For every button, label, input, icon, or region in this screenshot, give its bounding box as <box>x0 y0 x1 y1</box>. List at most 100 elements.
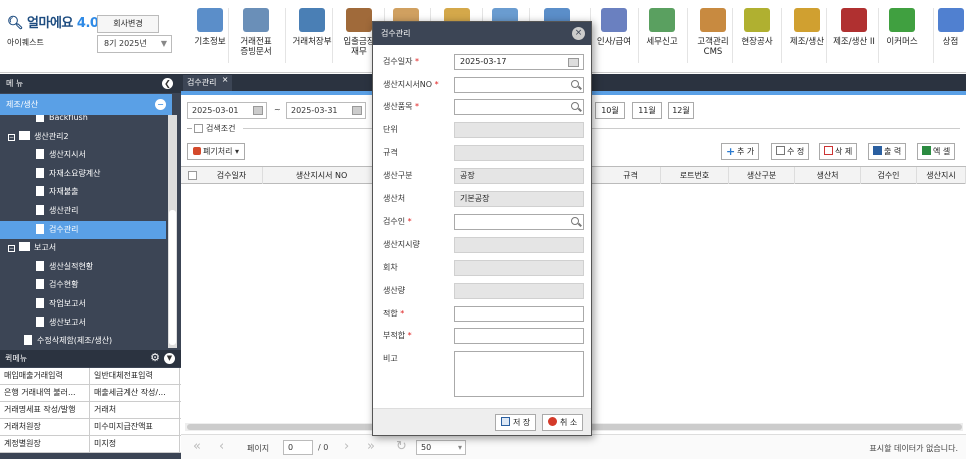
sidebar-item-10[interactable]: 작업보고서 <box>36 295 86 313</box>
prev-page-icon[interactable]: ‹ <box>219 440 224 453</box>
scrollbar-thumb[interactable] <box>169 210 176 345</box>
sidebar-item-4[interactable]: 자재불출 <box>36 183 78 201</box>
save-button[interactable]: 저 장 <box>495 414 537 431</box>
calendar-icon[interactable] <box>568 58 579 67</box>
column-header[interactable]: 생산지시서 NO <box>263 167 381 184</box>
checkbox-icon[interactable] <box>194 124 203 133</box>
form-row: 생산품목 * <box>383 99 584 115</box>
disposal-dropdown-button[interactable]: 폐기처리 ▾ <box>187 143 246 160</box>
gear-icon[interactable]: ⚙ <box>150 352 160 364</box>
delete-button[interactable]: 삭 제 <box>819 143 858 160</box>
toolbar-menu-15[interactable]: 상점 <box>935 5 966 67</box>
date-to-input[interactable]: 2025-03-31 <box>286 102 366 119</box>
refresh-icon[interactable]: ↻ <box>396 440 407 453</box>
fiscal-year-select[interactable]: 8기 2025년 ▼ <box>97 35 172 53</box>
next-page-icon[interactable]: › <box>344 440 349 453</box>
field-input-7[interactable] <box>454 214 584 230</box>
page-input[interactable]: 0 <box>283 440 313 455</box>
quick-menu-item[interactable]: 거래명세표 작성/발행 <box>0 402 90 418</box>
collapse-node-icon[interactable]: − <box>8 245 15 253</box>
sidebar-item-9[interactable]: 검수현황 <box>36 276 78 294</box>
quick-menu-item[interactable]: 매출세금계산 작성/... <box>90 385 180 401</box>
calendar-icon[interactable] <box>253 106 263 115</box>
change-company-button[interactable]: 회사변경 <box>97 15 159 33</box>
column-header[interactable]: 생산구분 <box>729 167 795 184</box>
field-value: 공장 <box>460 171 475 180</box>
chevron-down-circle-icon[interactable]: ▼ <box>164 353 175 364</box>
form-row: 생산량 <box>383 283 584 299</box>
print-button[interactable]: 출 력 <box>868 143 907 160</box>
quick-menu-item[interactable]: 계정별원장 <box>0 436 90 452</box>
toolbar-menu-12[interactable]: 제조/생산 <box>783 5 831 67</box>
toolbar-menu-9[interactable]: 세무신고 <box>640 5 684 67</box>
toolbar-menu-11[interactable]: 현장공사 <box>734 5 780 67</box>
first-page-icon[interactable]: « <box>193 440 201 453</box>
calendar-icon[interactable] <box>352 106 362 115</box>
quick-menu-item[interactable]: 거래처원장 <box>0 419 90 435</box>
field-input-13[interactable] <box>454 351 584 397</box>
logo-version: 4.0 <box>76 16 99 31</box>
sidebar-scrollbar[interactable] <box>168 115 177 348</box>
toolbar-menu-1[interactable]: 거래전표 증빙문서 <box>230 5 282 67</box>
column-header[interactable]: 검수일자 <box>201 167 263 184</box>
sidebar-section-manufacturing[interactable]: 제조/생산 − <box>0 94 172 115</box>
field-input-0[interactable]: 2025-03-17 <box>454 54 584 70</box>
toolbar-menu-0[interactable]: 기초정보 <box>190 5 230 67</box>
sidebar-item-2[interactable]: 생산지시서 <box>36 146 86 164</box>
search-condition-toggle[interactable]: 검색조건 <box>194 123 235 134</box>
select-all-checkbox[interactable] <box>188 171 197 180</box>
collapse-sidebar-icon[interactable]: ❮ <box>162 78 173 89</box>
last-page-icon[interactable]: » <box>367 440 375 453</box>
column-header[interactable]: 생산지시 <box>917 167 966 184</box>
quick-menu-item[interactable]: 은행 거래내역 불러... <box>0 385 90 401</box>
sidebar-item-12[interactable]: 수정삭제함(제조/생산) <box>24 332 112 348</box>
toolbar-menu-13[interactable]: 제조/생산 II <box>828 5 880 67</box>
close-tab-icon[interactable]: × <box>222 72 229 88</box>
search-icon[interactable] <box>571 217 579 225</box>
sidebar-item-3[interactable]: 자재소요량계산 <box>36 165 101 183</box>
sidebar-item-8[interactable]: 생산실적현황 <box>36 258 93 276</box>
month-button-6[interactable]: 11월 <box>632 102 662 119</box>
date-from-input[interactable]: 2025-03-01 <box>187 102 267 119</box>
field-input-2[interactable] <box>454 99 584 115</box>
month-button-7[interactable]: 12월 <box>668 102 694 119</box>
edit-button[interactable]: 수 정 <box>771 143 810 160</box>
page-size-select[interactable]: 50 ▾ <box>416 440 466 455</box>
field-input-1[interactable] <box>454 77 584 93</box>
month-button-5[interactable]: 10월 <box>595 102 625 119</box>
sidebar-item-1[interactable]: − 생산관리2 <box>8 128 69 146</box>
add-button[interactable]: + 추 가 <box>721 143 760 160</box>
quick-menu-item[interactable]: 매입매출거래입력 <box>0 368 90 384</box>
column-header[interactable]: 생산처 <box>795 167 861 184</box>
toolbar-menu-14[interactable]: 이커머스 <box>880 5 924 67</box>
sidebar-item-6[interactable]: 검수관리 <box>0 220 166 239</box>
quick-menu-item[interactable]: 거래처 <box>90 402 180 418</box>
collapse-node-icon[interactable]: − <box>8 133 15 141</box>
quick-menu-item[interactable]: 미지정 <box>90 436 180 452</box>
close-icon[interactable]: × <box>572 27 585 40</box>
cancel-button[interactable]: 취 소 <box>542 414 584 431</box>
excel-button[interactable]: 엑 셀 <box>917 143 956 160</box>
column-header[interactable]: 로트번호 <box>661 167 729 184</box>
column-header[interactable]: 규격 <box>601 167 661 184</box>
sidebar-item-5[interactable]: 생산관리 <box>36 202 78 220</box>
toolbar-menu-8[interactable]: 인사/급여 <box>592 5 636 67</box>
sidebar-item-0[interactable]: Backflush <box>36 115 88 127</box>
toolbar-menu-10[interactable]: 고객관리 CMS <box>689 5 737 67</box>
field-input-11[interactable] <box>454 306 584 322</box>
sidebar-item-7[interactable]: − 보고서 <box>8 239 56 257</box>
quick-menu-item[interactable]: 일반대체전표입력 <box>90 368 180 384</box>
search-icon[interactable] <box>571 102 579 110</box>
quick-menu-item[interactable]: 미수미지급잔액표 <box>90 419 180 435</box>
field-input-12[interactable] <box>454 328 584 344</box>
tab-inspection-management[interactable]: 검수관리 × <box>183 72 233 91</box>
field-input-9 <box>454 260 584 276</box>
sidebar-title: 메 뉴 <box>6 79 24 88</box>
column-header[interactable]: 검수인 <box>861 167 917 184</box>
menu-icon <box>601 8 627 32</box>
sidebar-item-11[interactable]: 생산보고서 <box>36 314 86 332</box>
minus-icon[interactable]: − <box>155 99 166 110</box>
search-icon[interactable] <box>571 80 579 88</box>
toolbar-menu-2[interactable]: 거래처장부 <box>287 5 337 67</box>
field-label-text: 검수인 <box>383 217 406 226</box>
